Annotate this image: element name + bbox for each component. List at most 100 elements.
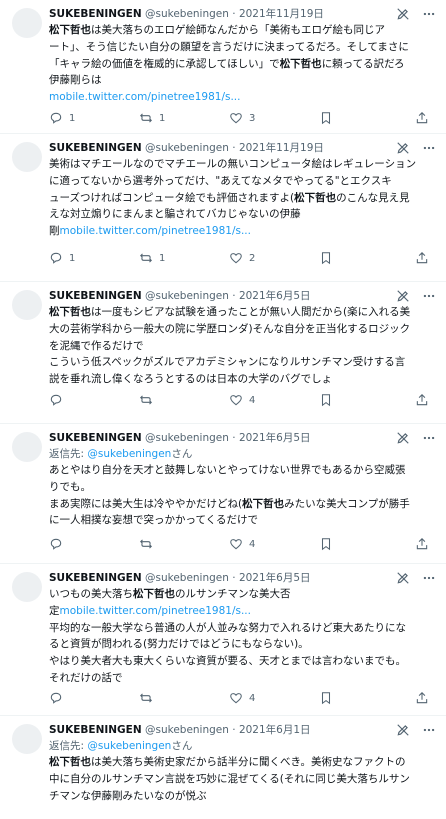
tweet-text-line: 松下哲也は一度もシビアな試験を通ったことが無い人間だから(楽に入れる美 <box>49 304 440 321</box>
highlighted-term: 松下哲也 <box>294 191 337 204</box>
author-name[interactable]: SUKEBENINGEN <box>49 8 142 20</box>
tweet-text: いつもの美大落ち松下哲也のルサンチマンな美大否 定mobile.twitter.c… <box>49 586 440 687</box>
tweet-text-line: りでも。 <box>49 479 440 496</box>
reply-icon <box>49 691 63 705</box>
like-icon <box>229 393 243 407</box>
tweet-actions: 4 <box>49 536 434 552</box>
more-icon[interactable] <box>422 141 436 155</box>
reply-to-handle[interactable]: @sukebeningen <box>87 740 171 752</box>
author-handle[interactable]: @sukebeningen <box>145 8 229 20</box>
tweet-link[interactable]: mobile.twitter.com/pinetree1981/s... <box>60 225 251 237</box>
bookmark-button[interactable] <box>319 110 333 126</box>
text-segment: あとやはり自分を天才と鼓舞しないとやってけない世界でもあるから空威張 <box>49 464 406 476</box>
tweet-date[interactable]: · 2021年6月5日 <box>232 290 310 302</box>
tweet-text: 松下哲也は一度もシビアな試験を通ったことが無い人間だから(楽に入れる美 大の芸術学… <box>49 304 440 388</box>
edit-off-icon[interactable] <box>396 141 410 155</box>
tweet-text: 松下哲也は美大落ち美術史家だから話半分に聞くべき。美術史なファクトの 中に自分のル… <box>49 754 440 804</box>
edit-off-icon[interactable] <box>396 571 410 585</box>
edit-off-icon[interactable] <box>396 723 410 737</box>
author-handle[interactable]: @sukebeningen <box>145 142 229 154</box>
text-segment: ート」、そう信じたい自分の願望を言うだけに決まってるだろ。そしてまさに <box>49 40 409 53</box>
tweet-date[interactable]: · 2021年11月19日 <box>232 8 324 20</box>
text-segment: 美術はマチエールなのでマチエールの無いコンピュータ絵はレギュレーション <box>49 158 417 170</box>
tweet-card[interactable]: SUKEBENINGEN @sukebeningen · 2021年6月5日 松… <box>0 282 446 424</box>
retweet-button[interactable] <box>139 690 159 706</box>
retweet-icon <box>139 111 153 125</box>
avatar[interactable] <box>12 432 42 462</box>
tweet-actions: 4 <box>49 392 434 408</box>
text-segment: やはり美大者大も東大くらいな資質が要る、天才とまでは言わないまでも。 <box>49 655 406 668</box>
bookmark-button[interactable] <box>319 392 333 408</box>
avatar[interactable] <box>12 290 42 320</box>
more-icon[interactable] <box>422 289 436 303</box>
author-name[interactable]: SUKEBENINGEN <box>49 432 142 444</box>
reply-button[interactable] <box>49 536 69 552</box>
text-segment: を泥縄で作るだけで <box>49 339 144 352</box>
tweet-text-line: に適ってないから選考外ってだけ、"あえてなメタでやってる"とエクスキ <box>49 173 440 190</box>
tweet-card[interactable]: SUKEBENINGEN @sukebeningen · 2021年6月1日 返… <box>0 716 446 819</box>
tweet-card[interactable]: SUKEBENINGEN @sukebeningen · 2021年6月5日 返… <box>0 424 446 564</box>
tweet-date[interactable]: · 2021年6月5日 <box>232 432 310 444</box>
share-button[interactable] <box>415 536 429 552</box>
tweet-text-line: それだけの話で <box>49 670 440 687</box>
tweet-link[interactable]: mobile.twitter.com/pinetree1981/s... <box>49 91 240 103</box>
retweet-button[interactable] <box>139 536 159 552</box>
author-handle[interactable]: @sukebeningen <box>145 290 229 302</box>
like-button[interactable]: 4 <box>229 690 255 706</box>
avatar[interactable] <box>12 724 42 754</box>
reply-icon <box>49 393 63 407</box>
tweet-link[interactable]: mobile.twitter.com/pinetree1981/s... <box>60 605 251 617</box>
retweet-button[interactable] <box>139 392 159 408</box>
share-button[interactable] <box>415 250 429 266</box>
tweet-text-line: 中に自分のルサンチマン言説を巧妙に混ぜてくる(それに同じ美大落ちルサン <box>49 771 440 788</box>
author-handle[interactable]: @sukebeningen <box>145 724 229 736</box>
edit-off-icon[interactable] <box>396 7 410 21</box>
author-handle[interactable]: @sukebeningen <box>145 432 229 444</box>
tweet-text-line: 美術はマチエールなのでマチエールの無いコンピュータ絵はレギュレーション <box>49 156 440 173</box>
reply-button[interactable] <box>49 392 69 408</box>
reply-button[interactable]: 1 <box>49 250 75 266</box>
reply-button[interactable] <box>49 690 69 706</box>
tweet-date[interactable]: · 2021年6月5日 <box>232 572 310 584</box>
tweet-date[interactable]: · 2021年11月19日 <box>232 142 324 154</box>
tweet-card[interactable]: SUKEBENINGEN @sukebeningen · 2021年6月5日 い… <box>0 564 446 716</box>
tweet-card[interactable]: SUKEBENINGEN @sukebeningen · 2021年11月19日… <box>0 0 446 134</box>
avatar[interactable] <box>12 8 42 38</box>
bookmark-button[interactable] <box>319 690 333 706</box>
like-button[interactable]: 4 <box>229 536 255 552</box>
retweet-count: 1 <box>159 252 166 264</box>
author-name[interactable]: SUKEBENINGEN <box>49 724 142 736</box>
bookmark-button[interactable] <box>319 250 333 266</box>
like-button[interactable]: 3 <box>229 110 255 126</box>
tweet-text-line: 定mobile.twitter.com/pinetree1981/s... <box>49 603 440 620</box>
more-icon[interactable] <box>422 7 436 21</box>
reply-button[interactable]: 1 <box>49 110 75 126</box>
tweet-text-line: mobile.twitter.com/pinetree1981/s... <box>49 89 440 106</box>
reply-to-handle[interactable]: @sukebeningen <box>87 448 171 460</box>
author-name[interactable]: SUKEBENINGEN <box>49 142 142 154</box>
retweet-button[interactable]: 1 <box>139 110 165 126</box>
text-segment: は美大落ち美術史家だから話半分に聞くべき。美術史なファクトの <box>91 756 406 768</box>
avatar[interactable] <box>12 572 42 602</box>
tweet-card[interactable]: SUKEBENINGEN @sukebeningen · 2021年11月19日… <box>0 134 446 282</box>
author-name[interactable]: SUKEBENINGEN <box>49 290 142 302</box>
text-segment: 剛 <box>49 225 60 238</box>
tweet-date[interactable]: · 2021年6月1日 <box>232 724 310 736</box>
retweet-button[interactable]: 1 <box>139 250 165 266</box>
more-icon[interactable] <box>422 571 436 585</box>
like-button[interactable]: 4 <box>229 392 255 408</box>
share-button[interactable] <box>415 110 429 126</box>
more-icon[interactable] <box>422 723 436 737</box>
tweet-text: 松下哲也は美大落ちのエロゲ絵師なんだから「美術もエロゲ絵も同じア ート」、そう信じ… <box>49 22 440 106</box>
avatar[interactable] <box>12 142 42 172</box>
bookmark-button[interactable] <box>319 536 333 552</box>
text-segment: のルサンチマンな美大否 <box>175 588 291 600</box>
share-button[interactable] <box>415 690 429 706</box>
edit-off-icon[interactable] <box>396 431 410 445</box>
more-icon[interactable] <box>422 431 436 445</box>
author-name[interactable]: SUKEBENINGEN <box>49 572 142 584</box>
share-button[interactable] <box>415 392 429 408</box>
edit-off-icon[interactable] <box>396 289 410 303</box>
like-button[interactable]: 2 <box>229 250 255 266</box>
author-handle[interactable]: @sukebeningen <box>145 572 229 584</box>
